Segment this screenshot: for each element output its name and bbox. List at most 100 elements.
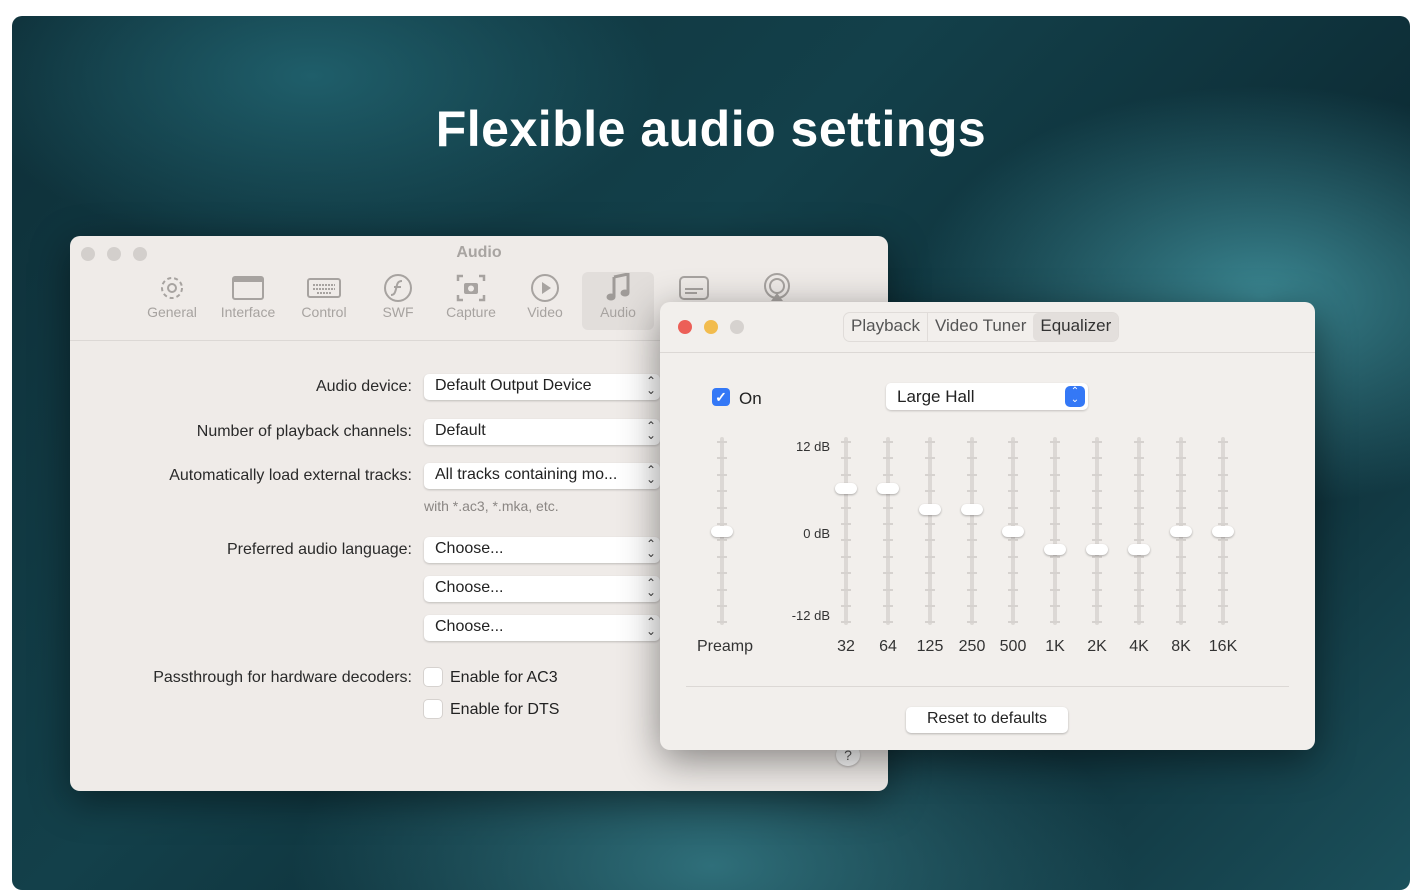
tick [925, 490, 935, 493]
band-64-slider-knob[interactable] [877, 482, 899, 494]
tick [841, 605, 851, 607]
band-2K-slider-knob[interactable] [1086, 544, 1108, 555]
tick [1134, 572, 1144, 575]
band-32-slider-track[interactable] [844, 437, 848, 625]
tick [967, 539, 977, 542]
tick [925, 605, 935, 607]
tick [1218, 605, 1228, 607]
band-8K-slider-knob[interactable] [1170, 526, 1192, 537]
tick [883, 555, 893, 558]
tick [1008, 523, 1018, 525]
tick [717, 523, 727, 525]
band-250-slider-knob[interactable] [961, 504, 983, 516]
tick [717, 490, 727, 493]
tick [925, 572, 935, 575]
dts-checkbox[interactable] [424, 700, 442, 718]
tick [883, 506, 893, 509]
tick [1050, 506, 1060, 509]
eq-on-checkbox[interactable]: ✓ [712, 388, 730, 406]
tab-bar: Playback Video Tuner Equalizer [844, 313, 1119, 341]
window-icon [212, 272, 284, 304]
audio-device-select[interactable]: Default Output Device ⌃ ⌄ [424, 374, 660, 400]
channels-label: Number of playback channels: [196, 423, 412, 440]
tick [1218, 473, 1228, 476]
band-125-slider-knob[interactable] [919, 504, 941, 516]
tick [883, 621, 893, 624]
minimize-button[interactable] [704, 320, 718, 334]
select-value: Choose... [435, 540, 504, 557]
preamp-slider-knob[interactable] [711, 526, 733, 537]
tick [967, 441, 977, 443]
band-16K-label: 16K [1208, 638, 1238, 655]
tick [717, 621, 727, 624]
close-button[interactable] [678, 320, 692, 334]
band-250-slider-track[interactable] [970, 437, 974, 625]
tick [1008, 490, 1018, 493]
ac3-checkbox[interactable] [424, 668, 442, 686]
tick [717, 539, 727, 542]
audio-language-select-2[interactable]: Choose... ⌃ ⌄ [424, 576, 660, 602]
tick [925, 588, 935, 591]
chevron-updown-icon: ⌃ ⌄ [1065, 386, 1085, 407]
tick [1134, 539, 1144, 542]
toolbar-interface[interactable]: Interface [212, 272, 284, 330]
audio-language-select-3[interactable]: Choose... ⌃ ⌄ [424, 615, 660, 641]
tick [1008, 605, 1018, 607]
external-tracks-select[interactable]: All tracks containing mo... ⌃ ⌄ [424, 463, 660, 489]
preset-select[interactable]: Large Hall ⌃ ⌄ [886, 383, 1088, 410]
tick [1218, 621, 1228, 624]
select-value: All tracks containing mo... [435, 466, 618, 483]
toolbar-video[interactable]: Video [509, 272, 581, 330]
dts-label: Enable for DTS [450, 701, 560, 718]
band-1K-slider-knob[interactable] [1044, 544, 1066, 555]
tick [1134, 441, 1144, 443]
tick [1176, 490, 1186, 493]
band-1K-slider-track[interactable] [1053, 437, 1057, 625]
tick [1176, 506, 1186, 509]
play-icon [509, 272, 581, 304]
tick [1218, 457, 1228, 460]
tick [1050, 555, 1060, 558]
band-64-slider-track[interactable] [886, 437, 890, 625]
tick [1218, 572, 1228, 575]
tab-video-tuner[interactable]: Video Tuner [928, 313, 1033, 341]
band-500-slider-knob[interactable] [1002, 526, 1024, 537]
toolbar-audio[interactable]: Audio [582, 272, 654, 330]
tick [1092, 621, 1102, 624]
tick [1176, 473, 1186, 476]
band-4K-slider-track[interactable] [1137, 437, 1141, 625]
tab-equalizer[interactable]: Equalizer [1033, 313, 1119, 341]
camera-icon [435, 272, 507, 304]
band-32-slider-knob[interactable] [835, 482, 857, 494]
tick [1050, 539, 1060, 542]
headline: Flexible audio settings [435, 101, 987, 157]
tick [1218, 441, 1228, 443]
audio-language-label: Preferred audio language: [226, 541, 412, 558]
chevron-updown-icon: ⌃ ⌄ [645, 576, 656, 599]
tick [883, 588, 893, 591]
tick [1176, 621, 1186, 624]
tick [967, 555, 977, 558]
tick [1092, 441, 1102, 443]
tick [1092, 539, 1102, 542]
tick [967, 588, 977, 591]
toolbar-swf[interactable]: SWF [362, 272, 434, 330]
tick [1218, 588, 1228, 591]
reset-defaults-button[interactable]: Reset to defaults [906, 707, 1068, 733]
tick [1218, 523, 1228, 525]
toolbar-capture[interactable]: Capture [435, 272, 507, 330]
tab-playback[interactable]: Playback [844, 313, 928, 341]
audio-language-select-1[interactable]: Choose... ⌃ ⌄ [424, 537, 660, 563]
toolbar-general[interactable]: General [136, 272, 208, 330]
band-2K-slider-track[interactable] [1095, 437, 1099, 625]
band-125-slider-track[interactable] [928, 437, 932, 625]
tick [1218, 490, 1228, 493]
tick [841, 506, 851, 509]
zoom-button[interactable] [730, 320, 744, 334]
external-tracks-hint: with *.ac3, *.mka, etc. [424, 498, 559, 514]
band-16K-slider-knob[interactable] [1212, 526, 1234, 537]
tick [717, 605, 727, 607]
band-4K-slider-knob[interactable] [1128, 544, 1150, 555]
channels-select[interactable]: Default ⌃ ⌄ [424, 419, 660, 445]
toolbar-control[interactable]: Control [288, 272, 360, 330]
